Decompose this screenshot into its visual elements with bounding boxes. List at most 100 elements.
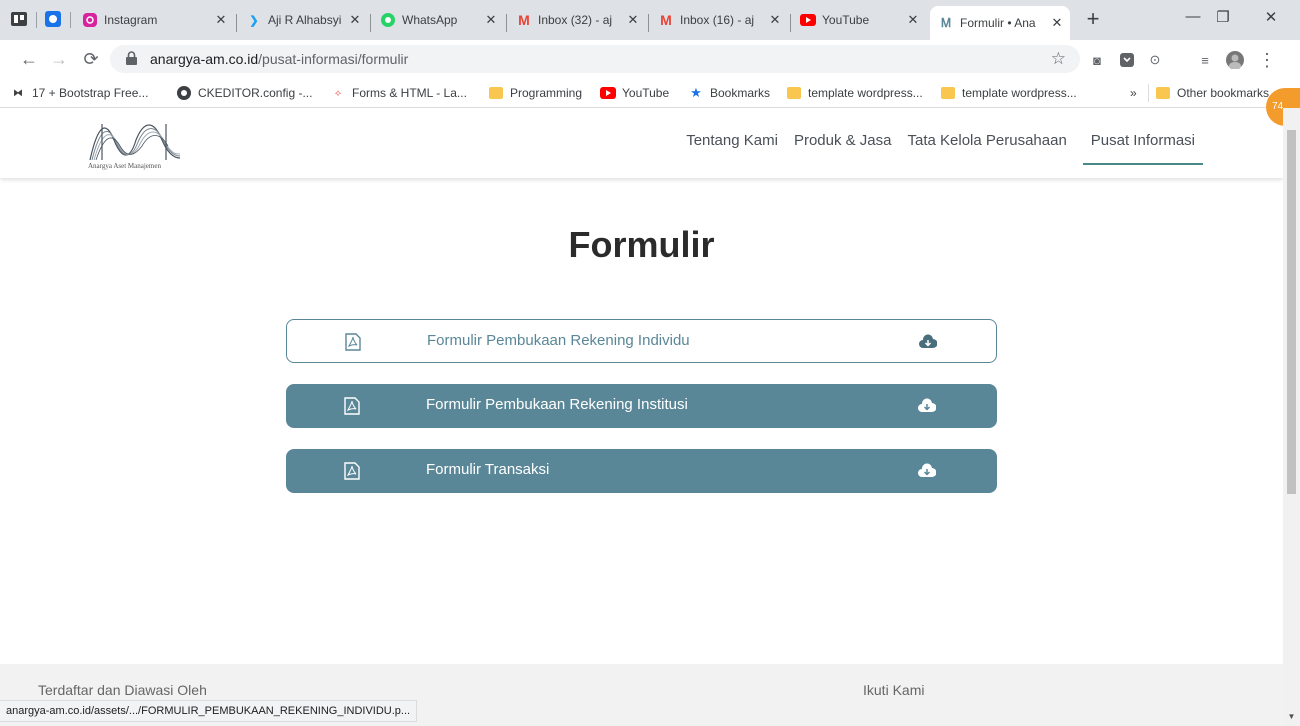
cloud-download-icon[interactable]	[918, 463, 936, 479]
tab-title: WhatsApp	[402, 13, 458, 27]
whatsapp-icon	[380, 12, 396, 28]
bootstrap-icon: ⧓	[13, 87, 23, 99]
pdf-file-icon	[345, 333, 361, 351]
bookmark-label: template wordpress...	[962, 86, 1077, 100]
tab-separator	[36, 12, 37, 28]
back-button[interactable]: ←	[18, 48, 40, 70]
tab-youtube[interactable]: YouTube ✕	[792, 6, 926, 34]
tab-gmail-2[interactable]: M Inbox (16) - aj ✕	[650, 6, 788, 34]
globe-icon	[176, 85, 192, 101]
logo-text: Anargya Aset Manajemen	[88, 162, 161, 170]
tab-title: Inbox (16) - aj	[680, 13, 755, 27]
profile-avatar[interactable]	[1226, 51, 1244, 69]
page-title: Formulir	[568, 224, 715, 265]
gmail-icon: M	[660, 12, 672, 28]
form-download-transaksi[interactable]: Formulir Transaksi	[286, 449, 997, 493]
bookmark-item[interactable]: YouTube	[600, 84, 669, 102]
form-download-institusi[interactable]: Formulir Pembukaan Rekening Institusi	[286, 384, 997, 428]
link-status-bar: anargya-am.co.id/assets/.../FORMULIR_PEM…	[0, 700, 418, 722]
bookmark-star-icon[interactable]: ☆	[1051, 49, 1066, 69]
close-tab-icon[interactable]: ✕	[1048, 15, 1066, 31]
url-path: /pusat-informasi/formulir	[258, 51, 409, 67]
bookmark-label: Bookmarks	[710, 86, 771, 100]
new-tab-button[interactable]: +	[1081, 8, 1105, 32]
tab-title: Formulir • Ana	[960, 16, 1036, 30]
close-tab-icon[interactable]: ✕	[624, 12, 642, 28]
close-tab-icon[interactable]: ✕	[766, 12, 784, 28]
nav-tata-kelola[interactable]: Tata Kelola Perusahaan	[908, 132, 1067, 165]
close-tab-icon[interactable]: ✕	[212, 12, 230, 28]
cloud-download-icon[interactable]	[918, 398, 936, 414]
scroll-down-arrow[interactable]: ▼	[1287, 712, 1296, 721]
bookmark-item[interactable]: ⟡ Forms & HTML - La...	[330, 84, 467, 102]
folder-icon	[488, 85, 504, 101]
page-viewport: Anargya Aset Manajemen Tentang Kami Prod…	[0, 108, 1283, 726]
browser-toolbar: ← → ⟳ anargya-am.co.id/pusat-informasi/f…	[0, 40, 1300, 78]
footer-registered-heading: Terdaftar dan Diawasi Oleh	[38, 682, 207, 698]
pinned-tab-trello[interactable]	[8, 8, 30, 30]
restore-button[interactable]: ❐	[1208, 8, 1238, 32]
form-label: Formulir Pembukaan Rekening Individu	[427, 332, 690, 349]
bookmark-folder[interactable]: Programming	[488, 84, 582, 102]
bookmark-item[interactable]: CKEDITOR.config -...	[176, 84, 312, 102]
youtube-icon	[600, 85, 616, 101]
extension-icon[interactable]: ⊙	[1146, 51, 1164, 69]
star-icon: ★	[690, 85, 702, 100]
app-icon	[45, 11, 61, 27]
tab-gmail-1[interactable]: M Inbox (32) - aj ✕	[508, 6, 646, 34]
twitter-icon: ❯	[249, 14, 259, 27]
tab-formulir-active[interactable]: Ꮇ Formulir • Ana ✕	[930, 6, 1070, 40]
pinned-tab-app[interactable]	[42, 8, 64, 30]
form-label: Formulir Pembukaan Rekening Institusi	[426, 396, 688, 413]
youtube-icon	[800, 12, 816, 28]
pdf-file-icon	[344, 462, 360, 480]
url-host: anargya-am.co.id	[150, 51, 259, 67]
close-tab-icon[interactable]: ✕	[904, 12, 922, 28]
tab-separator	[70, 12, 71, 28]
forward-button[interactable]: →	[48, 48, 70, 70]
cloud-download-icon[interactable]	[919, 334, 937, 350]
bookmark-label: Forms & HTML - La...	[352, 86, 467, 100]
other-bookmarks-folder[interactable]: Other bookmarks	[1148, 84, 1269, 102]
bookmark-folder[interactable]: template wordpress...	[786, 84, 923, 102]
pdf-file-icon	[344, 397, 360, 415]
minimize-button[interactable]: —	[1178, 8, 1208, 32]
menu-dots-icon[interactable]: ⋮	[1258, 50, 1276, 70]
tab-separator	[506, 14, 507, 32]
camera-icon[interactable]: ◙	[1088, 51, 1106, 69]
tab-instagram[interactable]: Instagram ✕	[74, 6, 234, 34]
trello-icon	[11, 12, 27, 26]
reading-list-icon[interactable]: ≡	[1196, 51, 1214, 69]
browser-window: Instagram ✕ ❯ Aji R Alhabsyi ✕ WhatsApp …	[0, 0, 1300, 726]
tab-title: Inbox (32) - aj	[538, 13, 613, 27]
bookmarks-bar: ⧓ 17 + Bootstrap Free... CKEDITOR.config…	[0, 78, 1300, 108]
folder-icon	[786, 85, 802, 101]
tab-twitter[interactable]: ❯ Aji R Alhabsyi ✕	[238, 6, 368, 34]
close-window-button[interactable]: ✕	[1256, 8, 1286, 32]
laravel-icon: ⟡	[334, 87, 342, 99]
close-tab-icon[interactable]: ✕	[346, 12, 364, 28]
bookmark-folder[interactable]: template wordpress...	[940, 84, 1077, 102]
site-header: Anargya Aset Manajemen Tentang Kami Prod…	[0, 108, 1283, 178]
url-text: anargya-am.co.id/pusat-informasi/formuli…	[150, 51, 408, 67]
close-tab-icon[interactable]: ✕	[482, 12, 500, 28]
page-scrollbar[interactable]: ▼	[1283, 108, 1300, 726]
pocket-icon[interactable]	[1118, 51, 1136, 69]
bookmark-item[interactable]: ⧓ 17 + Bootstrap Free...	[10, 84, 148, 102]
tab-whatsapp[interactable]: WhatsApp ✕	[372, 6, 504, 34]
nav-pusat-informasi[interactable]: Pusat Informasi	[1082, 132, 1203, 165]
tab-title: Instagram	[104, 13, 158, 27]
bookmarks-overflow-button[interactable]: »	[1130, 84, 1137, 102]
bookmark-label: Programming	[510, 86, 583, 100]
bookmark-item[interactable]: ★ Bookmarks	[688, 84, 770, 102]
tab-separator	[790, 14, 791, 32]
bookmark-label: 17 + Bootstrap Free...	[32, 86, 149, 100]
reload-button[interactable]: ⟳	[80, 48, 102, 70]
site-logo-icon: Ꮇ	[941, 15, 951, 30]
nav-tentang-kami[interactable]: Tentang Kami	[686, 132, 778, 165]
form-download-individu[interactable]: Formulir Pembukaan Rekening Individu	[286, 319, 997, 363]
address-bar[interactable]: anargya-am.co.id/pusat-informasi/formuli…	[110, 45, 1080, 73]
scrollbar-thumb[interactable]	[1287, 130, 1296, 494]
nav-produk-jasa[interactable]: Produk & Jasa	[794, 132, 892, 165]
form-label: Formulir Transaksi	[426, 461, 550, 478]
